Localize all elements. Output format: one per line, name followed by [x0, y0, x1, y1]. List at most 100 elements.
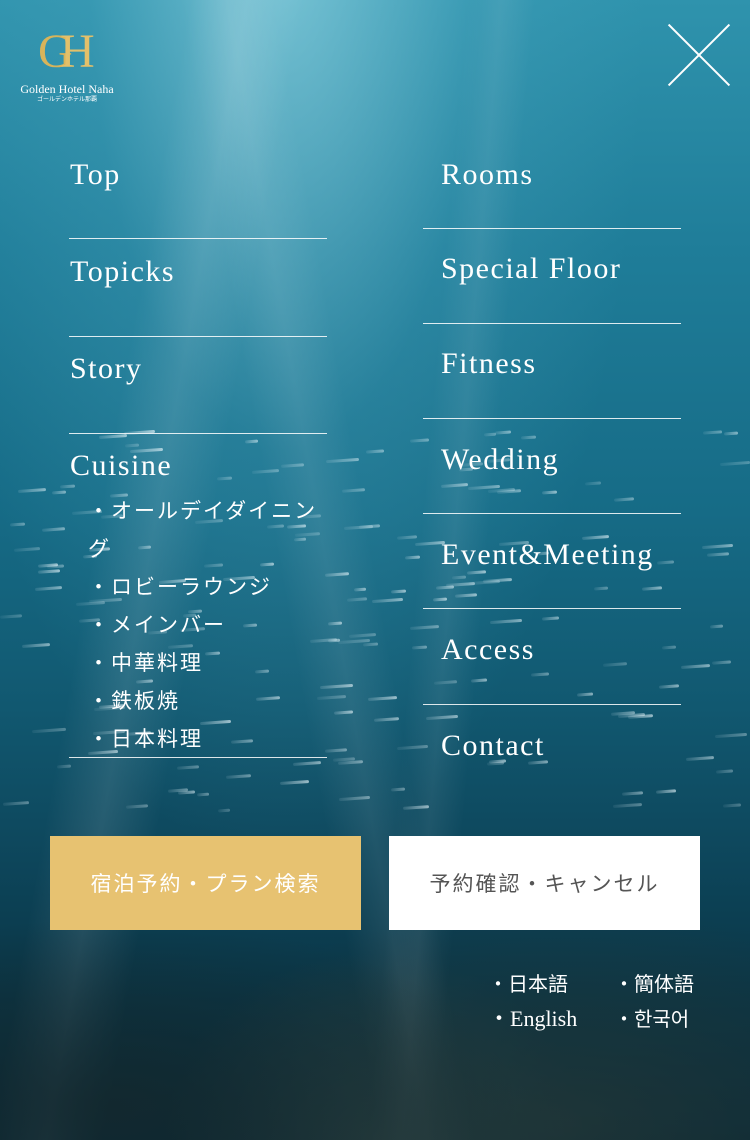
submenu-lobby-lounge[interactable]: ・ロビーラウンジ — [88, 568, 338, 606]
divider — [423, 228, 681, 229]
fish-decoration — [348, 632, 376, 638]
fish-decoration — [702, 544, 734, 550]
nav-fitness[interactable]: Fitness — [441, 347, 537, 381]
fish-decoration — [433, 680, 457, 685]
fish-decoration — [410, 438, 430, 443]
fish-decoration — [397, 535, 417, 540]
fish-decoration — [347, 596, 368, 602]
fish-decoration — [37, 562, 58, 568]
fish-decoration — [216, 476, 232, 481]
confirm-cancel-label: 予約確認・キャンセル — [429, 872, 660, 896]
fish-decoration — [455, 593, 478, 598]
fish-decoration — [176, 765, 200, 770]
submenu-all-day-dining[interactable]: ・オールデイダイニング — [88, 492, 338, 568]
fish-decoration — [403, 805, 430, 811]
cuisine-submenu: ・オールデイダイニング ・ロビーラウンジ ・メインバー ・中華料理 ・鉄板焼 ・… — [88, 492, 338, 758]
fish-decoration — [337, 639, 370, 645]
fish-decoration — [197, 793, 210, 797]
fish-decoration — [371, 597, 404, 603]
fish-decoration — [706, 552, 729, 558]
lang-english[interactable]: ・English — [488, 1007, 577, 1031]
close-menu-button[interactable] — [664, 20, 734, 90]
fish-decoration — [17, 487, 46, 493]
logo-monogram: G H — [32, 26, 102, 80]
nav-top[interactable]: Top — [70, 158, 121, 192]
fish-decoration — [390, 589, 406, 594]
fish-decoration — [680, 664, 711, 670]
submenu-chinese[interactable]: ・中華料理 — [88, 644, 338, 682]
divider — [423, 608, 681, 609]
fish-decoration — [627, 714, 653, 720]
fish-decoration — [168, 788, 189, 793]
divider — [423, 704, 681, 705]
divider — [69, 238, 327, 239]
fish-decoration — [468, 484, 501, 490]
fish-decoration — [614, 497, 635, 502]
fish-decoration — [177, 789, 196, 795]
fish-decoration — [593, 586, 608, 591]
fish-decoration — [641, 586, 663, 592]
lang-korean[interactable]: ・한국어 — [614, 1007, 689, 1031]
fish-decoration — [244, 439, 259, 444]
reserve-search-label: 宿泊予約・プラン検索 — [90, 872, 321, 896]
fish-decoration — [337, 760, 363, 766]
confirm-cancel-button[interactable]: 予約確認・キャンセル — [389, 836, 700, 930]
lang-japanese[interactable]: ・日本語 — [488, 972, 568, 996]
divider — [69, 757, 327, 758]
fish-decoration — [332, 757, 355, 763]
nav-topicks[interactable]: Topicks — [70, 255, 175, 289]
fish-decoration — [656, 789, 677, 794]
fish-decoration — [468, 579, 500, 585]
lang-simplified-chinese[interactable]: ・簡体語 — [614, 972, 694, 996]
fish-decoration — [124, 443, 139, 448]
nav-contact[interactable]: Contact — [441, 729, 545, 763]
fish-decoration — [530, 672, 549, 677]
fish-decoration — [702, 430, 723, 435]
fish-decoration — [577, 692, 594, 697]
fish-decoration — [709, 625, 723, 629]
nav-cuisine[interactable]: Cuisine — [70, 449, 172, 483]
submenu-teppanyaki[interactable]: ・鉄板焼 — [88, 682, 338, 720]
fish-decoration — [584, 481, 601, 486]
fish-decoration — [358, 524, 380, 529]
fish-decoration — [57, 764, 71, 769]
fish-decoration — [440, 483, 468, 489]
fish-decoration — [343, 524, 374, 530]
nav-access[interactable]: Access — [441, 633, 535, 667]
fish-decoration — [251, 468, 279, 474]
nav-story[interactable]: Story — [70, 352, 143, 386]
fish-decoration — [38, 569, 61, 574]
divider — [423, 323, 681, 324]
submenu-main-bar[interactable]: ・メインバー — [88, 606, 338, 644]
fish-decoration — [52, 490, 67, 495]
fish-decoration — [661, 645, 676, 650]
fish-decoration — [482, 577, 512, 583]
divider — [69, 336, 327, 337]
hotel-logo[interactable]: G H Golden Hotel Naha ゴールデンホテル那覇 — [14, 26, 120, 104]
fish-decoration — [451, 575, 466, 580]
fish-decoration — [225, 774, 252, 779]
fish-decoration — [433, 597, 448, 602]
fish-decoration — [368, 696, 398, 702]
fish-decoration — [411, 644, 427, 650]
fish-decoration — [685, 755, 715, 761]
fish-decoration — [390, 787, 405, 792]
nav-rooms[interactable]: Rooms — [441, 158, 534, 192]
fish-decoration — [339, 796, 371, 802]
fish-decoration — [659, 684, 680, 690]
fish-decoration — [397, 744, 429, 750]
fish-decoration — [711, 660, 732, 666]
nav-special-floor[interactable]: Special Floor — [441, 252, 621, 286]
fish-decoration — [365, 449, 384, 454]
nav-wedding[interactable]: Wedding — [441, 443, 559, 477]
fish-decoration — [471, 678, 488, 683]
reserve-search-button[interactable]: 宿泊予約・プラン検索 — [50, 836, 361, 930]
submenu-japanese[interactable]: ・日本料理 — [88, 720, 338, 758]
fish-decoration — [410, 624, 439, 630]
fish-decoration — [279, 779, 309, 785]
menu-overlay: G H Golden Hotel Naha ゴールデンホテル那覇 Top Top… — [0, 0, 750, 1140]
fish-decoration — [489, 618, 522, 624]
fish-decoration — [497, 489, 522, 494]
nav-event-meeting[interactable]: Event&Meeting — [441, 538, 654, 572]
fish-decoration — [521, 435, 537, 440]
